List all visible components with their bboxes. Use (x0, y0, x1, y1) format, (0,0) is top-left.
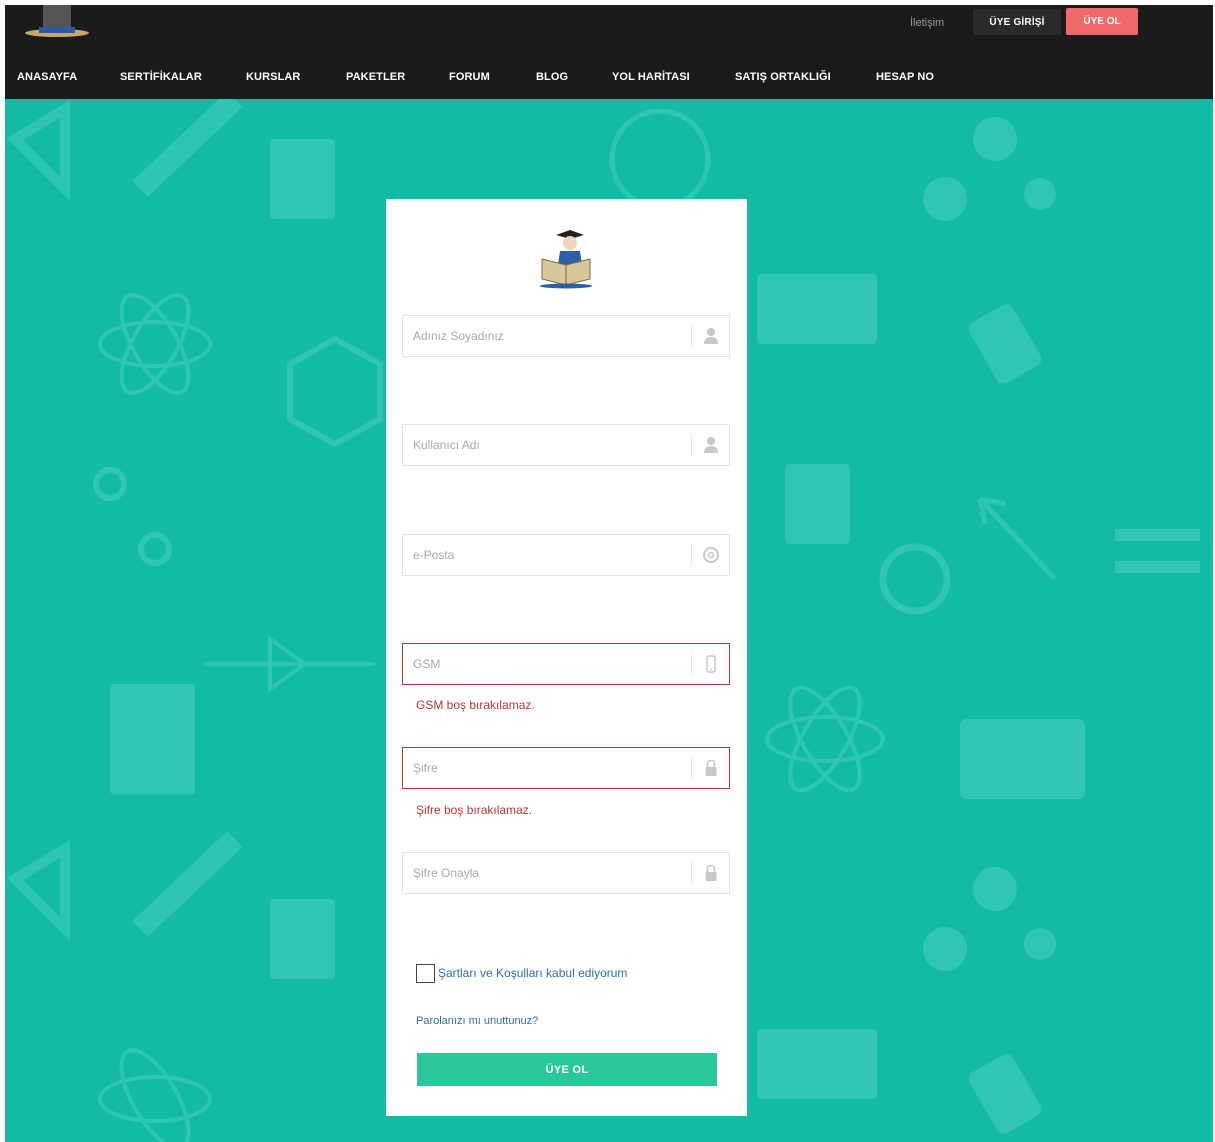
username-field (402, 424, 730, 466)
nav-item-account-no[interactable]: HESAP NO (876, 71, 934, 83)
password-confirm-input[interactable] (403, 853, 689, 893)
terms-checkbox[interactable] (416, 963, 435, 983)
nav-item-home[interactable]: ANASAYFA (17, 71, 77, 83)
field-separator (691, 544, 692, 566)
email-input[interactable] (403, 535, 689, 575)
forgot-password-link[interactable]: Parolanızı mı unuttunuz? (416, 1015, 538, 1027)
terms-row: Şartları ve Koşulları kabul ediyorum (416, 961, 627, 985)
username-input[interactable] (403, 425, 689, 465)
field-separator (691, 862, 692, 884)
field-separator (691, 757, 692, 779)
mobile-icon (706, 655, 716, 673)
field-separator (691, 325, 692, 347)
gsm-input[interactable] (403, 644, 689, 684)
nav-item-roadmap[interactable]: YOL HARİTASI (612, 71, 690, 83)
user-icon (704, 437, 718, 453)
password-error-message: Şifre boş bırakılamaz. (416, 803, 533, 817)
register-button[interactable]: ÜYE OL (1066, 8, 1138, 35)
top-bar: İletişim ÜYE GİRİŞİ ÜYE OL (5, 5, 1213, 57)
nav-item-blog[interactable]: BLOG (536, 71, 568, 83)
email-field (402, 534, 730, 576)
nav-item-affiliate[interactable]: SATIŞ ORTAKLIĞI (735, 71, 831, 83)
lock-icon (705, 759, 717, 776)
gsm-error-message: GSM boş bırakılamaz. (416, 698, 535, 712)
login-button[interactable]: ÜYE GİRİŞİ (973, 9, 1061, 35)
fullname-field (402, 315, 730, 357)
at-icon (703, 547, 719, 563)
nav-item-courses[interactable]: KURSLAR (246, 71, 300, 83)
site-logo[interactable] (23, 5, 91, 39)
nav-item-forum[interactable]: FORUM (449, 71, 490, 83)
contact-link[interactable]: İletişim (910, 17, 944, 29)
fullname-input[interactable] (403, 316, 689, 356)
password-confirm-field (402, 852, 730, 894)
page: İletişim ÜYE GİRİŞİ ÜYE OL ANASAYFA SERT… (5, 5, 1213, 1142)
field-separator (691, 434, 692, 456)
main-nav: ANASAYFA SERTİFİKALAR KURSLAR PAKETLER F… (5, 57, 1213, 99)
terms-link[interactable]: Şartları ve Koşulları kabul ediyorum (438, 966, 627, 980)
lock-icon (705, 864, 717, 881)
password-input[interactable] (403, 748, 689, 788)
submit-register-button[interactable]: ÜYE OL (417, 1053, 717, 1086)
gsm-field (402, 643, 730, 685)
graduate-logo (540, 230, 592, 289)
user-icon (704, 328, 718, 344)
field-separator (691, 653, 692, 675)
nav-item-certificates[interactable]: SERTİFİKALAR (120, 71, 202, 83)
password-field (402, 747, 730, 789)
nav-item-packages[interactable]: PAKETLER (346, 71, 405, 83)
register-card: GSM boş bırakılamaz. Şifre boş bırakılam… (386, 199, 747, 1116)
